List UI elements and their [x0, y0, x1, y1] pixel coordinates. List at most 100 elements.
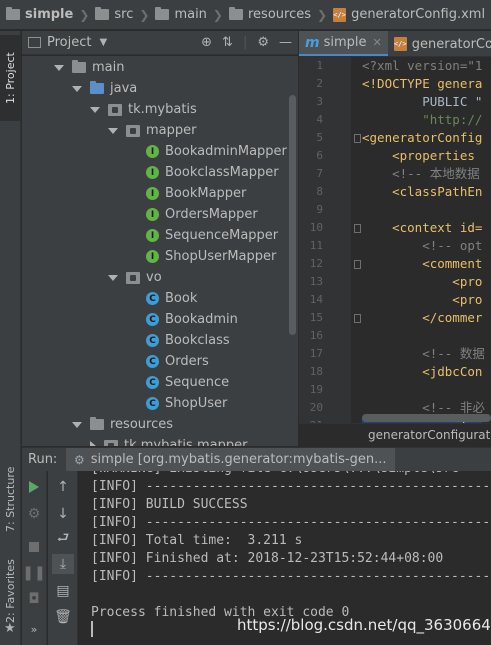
camera-button[interactable]: ◘: [23, 589, 45, 609]
tree-item[interactable]: I BookadminMapper: [146, 141, 287, 162]
editor-xml-breadcrumb[interactable]: generatorConfiguration: [299, 423, 491, 447]
gear-icon[interactable]: ⚙: [257, 35, 269, 50]
expand-arrow-icon[interactable]: [72, 85, 82, 92]
code-token: <!-- opt: [362, 238, 483, 253]
print-button[interactable]: ▤: [52, 581, 74, 601]
code-token: <generatorConfig: [362, 130, 483, 145]
run-config-tab[interactable]: ⚙ simple [org.mybatis.generator:mybatis-…: [66, 448, 395, 471]
soft-wrap-button[interactable]: ⮐: [52, 529, 74, 549]
breadcrumb-simple[interactable]: simple: [6, 7, 73, 22]
run-panel-header: Run: ⚙ simple [org.mybatis.generator:myb…: [22, 447, 491, 471]
tree-item[interactable]: main: [54, 57, 124, 78]
tree-item[interactable]: resources: [72, 414, 173, 435]
expand-arrow-icon[interactable]: [108, 127, 118, 134]
editor-horizontal-scrollbar[interactable]: [362, 414, 491, 422]
tree-item[interactable]: I OrdersMapper: [146, 204, 258, 225]
project-view-selector[interactable]: Project ▼: [28, 35, 107, 50]
tree-item[interactable]: vo: [108, 267, 162, 288]
scroll-to-end-button[interactable]: ⤓: [52, 554, 74, 574]
project-tree: main java tk.mybatis mapper I BookadminMapper…: [22, 56, 298, 446]
tree-item[interactable]: C Book: [146, 288, 197, 309]
console-line: [INFO] Total time: 3.211 s: [91, 533, 303, 548]
tree-item[interactable]: I BookclassMapper: [146, 162, 279, 183]
navigation-breadcrumb: simple ❯ src ❯ main ❯ resources ❯ </> gen…: [0, 0, 491, 30]
expand-arrow-icon[interactable]: [108, 274, 118, 281]
chevron-right-icon: ❯: [212, 7, 223, 22]
tab-favorites-tool[interactable]: 2: Favorites: [0, 551, 21, 631]
code-token: <classPathEn: [362, 184, 483, 199]
locate-icon[interactable]: ⊕: [201, 35, 212, 50]
rerun-button[interactable]: [23, 477, 45, 497]
tree-item-label: java: [110, 81, 138, 96]
tree-item[interactable]: C Bookadmin: [146, 309, 238, 330]
tree-item[interactable]: java: [72, 78, 137, 99]
tree-item-label: mapper: [146, 123, 197, 138]
tree-item-label: Bookadmin: [165, 312, 238, 327]
camera-icon: ◘: [28, 591, 40, 607]
tree-item[interactable]: C Sequence: [146, 372, 229, 393]
console-line: [INFO] ---------------------------------…: [91, 569, 491, 584]
tree-item[interactable]: C Bookclass: [146, 330, 230, 351]
scroll-end-icon: ⤓: [59, 556, 67, 572]
tree-item[interactable]: I SequenceMapper: [146, 225, 278, 246]
arrow-down-icon: ↓: [57, 506, 69, 522]
tab-structure-tool[interactable]: 7: Structure: [0, 451, 21, 547]
tree-item[interactable]: C Orders: [146, 351, 209, 372]
tab-generatorconfig[interactable]: </> generatorConfig: [388, 31, 491, 56]
more-button[interactable]: »: [23, 619, 45, 639]
hide-icon[interactable]: —: [279, 35, 292, 50]
tree-item[interactable]: I ShopUserMapper: [146, 246, 276, 267]
package-icon: [108, 103, 122, 116]
line-number: 15: [309, 311, 323, 324]
line-number: 6: [316, 149, 323, 162]
breadcrumb-main[interactable]: main: [155, 7, 207, 22]
debug-button[interactable]: ⚙: [23, 504, 45, 524]
fold-marker-icon[interactable]: [354, 224, 361, 233]
expand-arrow-icon[interactable]: [90, 106, 100, 113]
code-editor[interactable]: <?xml version="1 <!DOCTYPE genera PUBLIC …: [362, 57, 491, 423]
stop-icon: [29, 542, 39, 552]
scroll-down-button[interactable]: ↓: [52, 504, 74, 524]
line-number: 7: [316, 167, 323, 180]
tab-simple[interactable]: m simple ✕: [299, 31, 388, 56]
tab-project-tool[interactable]: 1: Project: [0, 35, 21, 121]
line-number: 3: [316, 95, 323, 108]
tree-item-label: main: [92, 60, 125, 75]
maven-run-icon: ⚙: [74, 452, 85, 467]
line-number: 11: [309, 239, 323, 252]
close-icon[interactable]: ✕: [373, 36, 382, 49]
clear-all-button[interactable]: 🗑: [52, 607, 74, 627]
code-token: <comment: [362, 256, 483, 271]
line-number: 13: [309, 275, 323, 288]
star-icon: ★: [4, 621, 16, 636]
tree-item[interactable]: tk.mybatis: [90, 99, 197, 120]
fold-marker-icon[interactable]: [354, 314, 361, 323]
collapse-all-icon[interactable]: ⇅: [222, 35, 233, 50]
tree-scrollbar[interactable]: [289, 95, 296, 335]
code-token: <!-- 数据: [362, 346, 485, 361]
arrow-up-icon: ↑: [57, 479, 69, 495]
code-token: <!DOCTYPE genera: [362, 76, 483, 91]
line-number: 18: [309, 365, 323, 378]
collapse-arrow-icon[interactable]: [90, 440, 96, 446]
folder-icon: [228, 7, 243, 20]
class-icon: C: [146, 397, 159, 410]
breadcrumb-resources[interactable]: resources: [228, 7, 311, 22]
breadcrumb-file[interactable]: </> generatorConfig.xml: [333, 7, 485, 22]
tree-item[interactable]: C ShopUser: [146, 393, 227, 414]
fold-marker-icon[interactable]: [354, 260, 361, 269]
expand-arrow-icon[interactable]: [72, 421, 82, 428]
tree-item[interactable]: mapper: [108, 120, 196, 141]
code-line: PUBLIC ": [362, 93, 482, 111]
code-token: <context id=: [362, 220, 483, 235]
pause-button[interactable]: ❚❚: [22, 563, 45, 583]
tree-item[interactable]: I BookMapper: [146, 183, 246, 204]
tree-item[interactable]: tk.mybatis.mapper: [90, 435, 247, 446]
stop-button[interactable]: [23, 537, 45, 557]
expand-arrow-icon[interactable]: [54, 64, 64, 71]
fold-marker-icon[interactable]: [354, 134, 361, 143]
breadcrumb-src[interactable]: src: [95, 7, 133, 22]
project-icon: [28, 37, 41, 48]
scroll-up-button[interactable]: ↑: [52, 477, 74, 497]
wrap-icon: ⮐: [56, 530, 70, 546]
